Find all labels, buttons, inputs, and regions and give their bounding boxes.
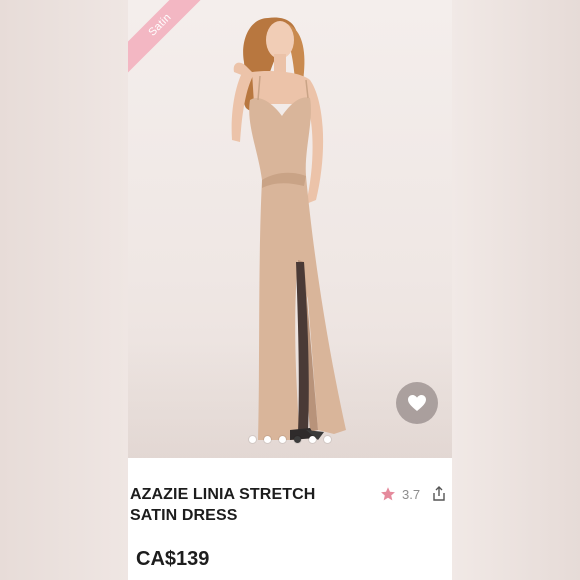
favorite-button[interactable]: [396, 382, 438, 424]
product-card[interactable]: Satin AZAZIE LINIA STRETCH SATIN DRESS 3…: [128, 0, 452, 580]
background-right: [452, 0, 580, 580]
rating-value: 3.7: [402, 486, 421, 502]
pagination-dot-4-active[interactable]: [294, 436, 301, 443]
pagination-dot-6[interactable]: [324, 436, 331, 443]
product-image[interactable]: Satin: [128, 0, 452, 458]
pagination-dot-5[interactable]: [309, 436, 316, 443]
background-left: [0, 0, 128, 580]
pagination-dot-1[interactable]: [249, 436, 256, 443]
pagination-dot-2[interactable]: [264, 436, 271, 443]
image-pagination: [128, 436, 452, 446]
pagination-dot-3[interactable]: [279, 436, 286, 443]
star-icon: [381, 487, 395, 501]
product-price: CA$139: [136, 548, 210, 570]
product-rating[interactable]: 3.7: [380, 486, 420, 502]
heart-icon: [408, 395, 426, 411]
share-icon: [433, 486, 445, 501]
product-title[interactable]: AZAZIE LINIA STRETCH SATIN DRESS: [130, 484, 350, 526]
share-button[interactable]: [432, 486, 448, 504]
